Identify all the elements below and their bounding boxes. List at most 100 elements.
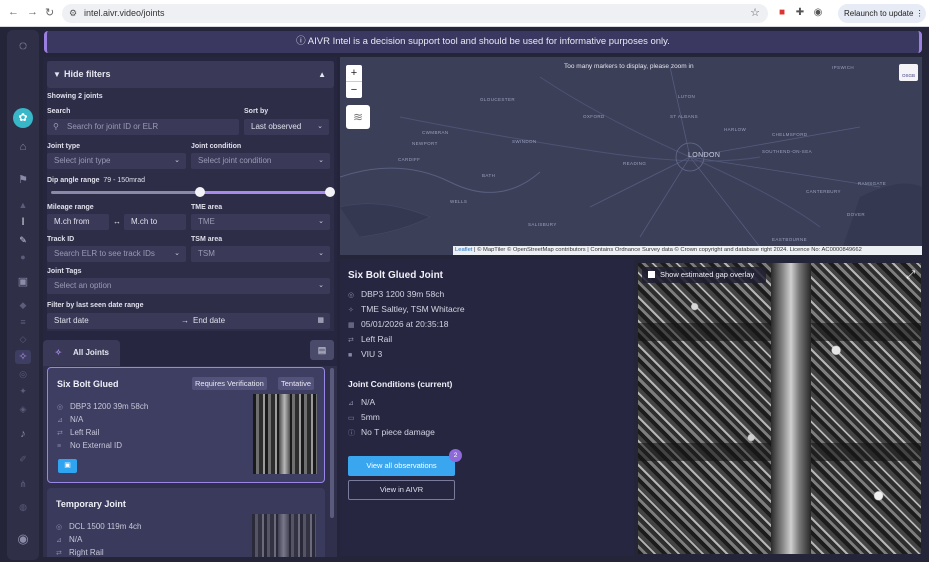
chevron-down-icon: ⌄ [174,250,180,257]
route-icon[interactable]: ⚑ [15,173,31,187]
site-settings-icon[interactable]: ⚙ [69,4,77,23]
ruler-icon: ▭ [348,415,355,422]
list-icon[interactable]: ≡ [15,315,31,329]
dip-angle-min-handle[interactable] [195,187,205,197]
app-logo-icon[interactable]: ◌ [15,38,31,52]
calendar-icon: ▦ [348,322,355,329]
app-sidebar: ◌ ✿ ⌂ ⚑ ▲ I ✎ ● ▣ ◆ ≡ ◇ ✧ ◎ ✦ ◈ ♪ ✐ ⋔ ◍ … [7,30,39,560]
back-icon[interactable]: ← [8,6,19,18]
detail-title: Six Bolt Glued Joint [348,270,444,281]
relaunch-button[interactable]: Relaunch to update ⋮ [838,4,926,23]
search-label: Search [47,108,71,115]
osgb-label: OSGB [901,73,915,78]
joint-card[interactable]: Temporary Joint ◎ DCL 1500 119m 4ch ⊿ N/A … [47,488,325,557]
map-place-label: CWMBRAN [422,130,449,135]
tme-select[interactable]: TME ⌄ [191,214,330,230]
bookmark-star-icon[interactable]: ☆ [750,4,760,23]
mileage-from-input[interactable]: M.ch from [47,214,109,230]
joint-condition-select[interactable]: Select joint condition ⌄ [191,153,330,169]
chat-icon[interactable]: ◍ [15,500,31,514]
export-document-icon[interactable]: ▤ [310,340,334,360]
condition-dip: ⊿ N/A [348,397,375,407]
joint-tags-placeholder: Select an option [54,281,112,290]
tag-icon[interactable]: ◆ [15,298,31,312]
joint-thumbnail[interactable] [253,394,317,474]
track-id-label: Track ID [47,236,75,243]
mileage-to-input[interactable]: M.ch to [124,214,186,230]
dip-angle-max-handle[interactable] [325,187,335,197]
broadcast-icon[interactable]: ⋔ [15,477,31,491]
reload-icon[interactable]: ↻ [45,6,54,19]
layers-icon[interactable]: ◎ [15,367,31,381]
end-date[interactable]: End date [193,313,225,329]
layers-icon[interactable]: ≋ [346,105,370,129]
forward-icon[interactable]: → [27,6,38,18]
puzzle-icon[interactable]: ✚ [794,7,806,19]
joint-condition-placeholder: Select joint condition [198,156,272,165]
aivr-intel-icon[interactable]: ✿ [13,108,33,128]
search-input[interactable]: ⚲ Search for joint ID or ELR [47,119,239,135]
train-icon[interactable]: ▣ [15,275,31,289]
map-view[interactable]: GLOUCESTER LUTON IPSWICH OXFORD ST ALBAN… [340,57,922,255]
joint-thumbnail[interactable] [252,514,316,557]
leaflet-link[interactable]: Leaflet [455,247,472,253]
cursor-icon[interactable]: I [15,215,31,229]
tsm-select[interactable]: TSM ⌄ [191,246,330,262]
list-scrollbar[interactable] [330,368,334,518]
diamond-icon[interactable]: ◈ [15,402,31,416]
map-place-label: SOUTHEND-ON-SEA [762,149,813,154]
detail-viu-text: VIU 3 [361,349,383,359]
joint-card[interactable]: Six Bolt Glued Requires Verification Ten… [47,367,325,483]
view-in-aivr-button[interactable]: View in AIVR [348,480,455,500]
fullscreen-icon[interactable]: ⤢ [906,269,915,282]
home-icon[interactable]: ⌂ [15,140,31,154]
zoom-in-button[interactable]: + [346,65,362,82]
dip-angle-value: 79 - 150mrad [103,177,146,184]
joint-photo[interactable]: Show estimated gap overlay ⤢ [638,263,921,554]
start-date[interactable]: Start date [54,316,89,325]
paint-icon[interactable]: ✎ [15,233,31,247]
gap-overlay-toggle[interactable]: Show estimated gap overlay [642,267,766,283]
track-icon[interactable]: ▲ [15,198,31,212]
joint-rail-text: Left Rail [70,428,100,437]
tab-all-joints[interactable]: ✧ All Joints [43,340,120,366]
user-avatar-icon[interactable]: ◉ [15,532,31,546]
observation-badge-icon[interactable]: ▣ [58,459,77,473]
browser-toolbar: ← → ↻ ⚙ intel.aivr.video/joints ☆ ■ ✚ ◉ … [0,0,929,27]
map-place-label: GLOUCESTER [480,97,516,102]
track-id-select[interactable]: Search ELR to see track IDs ⌄ [47,246,186,262]
joint-location: ◎ DBP3 1200 39m 58ch [57,402,148,411]
joint-card-title: Six Bolt Glued [57,379,119,389]
condition-gap: ▭ 5mm [348,412,380,422]
sort-select[interactable]: Last observed ⌄ [244,119,329,135]
zoom-out-button[interactable]: − [346,82,362,98]
pin-icon[interactable]: ● [15,250,31,264]
address-bar[interactable]: ⚙ intel.aivr.video/joints ☆ [62,4,768,23]
tme-placeholder: TME [198,217,215,226]
gap-overlay-checkbox[interactable] [648,271,655,278]
map-place-label: ST ALBANS [670,114,699,119]
signal-icon[interactable]: ✦ [15,384,31,398]
bell-icon[interactable]: ♪ [15,427,31,441]
detail-rail-text: Left Rail [361,334,393,344]
date-range-picker[interactable]: Start date → End date ▦ [47,313,330,329]
profile-icon[interactable]: ◉ [812,7,824,19]
map-attribution: Leaflet | © MapTiler © OpenStreetMap con… [453,246,922,255]
detail-viu: ■ VIU 3 [348,349,382,359]
map-pin-icon: ◎ [56,524,63,531]
calendar-icon[interactable]: ▦ [317,313,324,329]
joint-rail: ⇄ Left Rail [57,428,99,437]
joint-tags-select[interactable]: Select an option ⌄ [47,278,330,294]
dip-angle-slider[interactable] [51,187,335,197]
extension-icon[interactable]: ■ [776,7,788,19]
joint-condition-label: Joint condition [191,143,242,150]
map-place-label: SALISBURY [528,222,557,227]
chevron-down-icon: ⌄ [317,123,323,130]
view-all-observations-button[interactable]: View all observations 2 [348,449,462,476]
note-icon[interactable]: ✐ [15,452,31,466]
stack-icon[interactable]: ◇ [15,332,31,346]
joints-icon[interactable]: ✧ [15,350,31,364]
joint-rail: ⇄ Right Rail [56,548,104,557]
hide-filters-toggle[interactable]: ▼ Hide filters ▲ [47,61,334,88]
joint-type-select[interactable]: Select joint type ⌄ [47,153,186,169]
